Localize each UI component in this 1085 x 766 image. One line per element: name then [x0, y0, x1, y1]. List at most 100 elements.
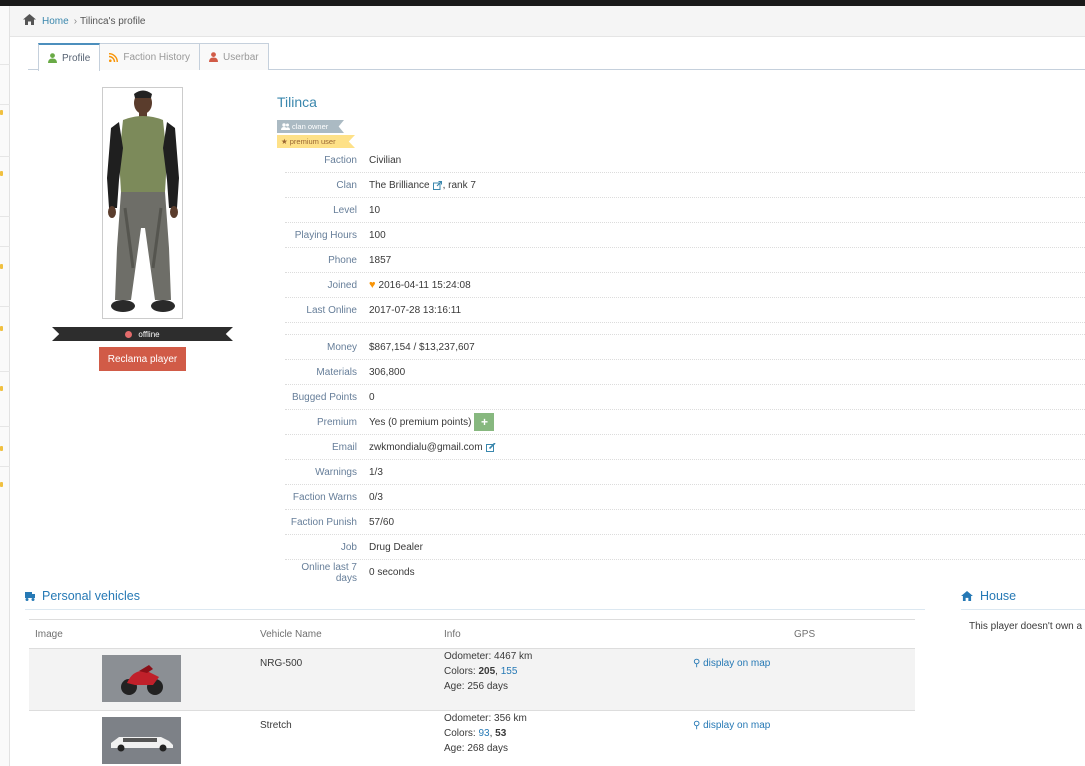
vehicle-image-cell [29, 648, 254, 711]
profile-tabs: Profile Faction History Userbar [38, 43, 269, 71]
info-row-money: Money $867,154 / $13,237,607 [285, 335, 1085, 360]
info-value: 2017-07-28 13:16:11 [369, 304, 462, 316]
premium-user-badge: ★ premium user [277, 135, 355, 148]
info-label: Online last 7 days [301, 561, 357, 584]
display-on-map-link[interactable]: ⚲ display on map [693, 720, 770, 731]
info-label: Email [331, 441, 357, 453]
info-value: 10 [369, 204, 381, 216]
info-value: 1857 [369, 254, 392, 266]
table-header-row: Image Vehicle Name Info GPS [29, 619, 915, 649]
color-primary: 93 [478, 728, 490, 739]
vehicles-table: Image Vehicle Name Info GPS NRG-500 Odom… [29, 619, 915, 766]
info-value: zwkmondialu@gmail.com [369, 442, 497, 453]
left-sidebar-edge [0, 6, 10, 766]
tab-userbar[interactable]: Userbar [199, 43, 269, 70]
info-row-warnings: Warnings 1/3 [285, 460, 1085, 485]
house-title: House [980, 589, 1017, 603]
info-label: Faction Warns [292, 491, 357, 503]
vehicle-gps: ⚲ display on map [693, 648, 915, 711]
heart-icon: ♥ [369, 279, 376, 291]
vehicle-name: NRG-500 [254, 648, 438, 711]
status-dot-icon [125, 330, 133, 338]
table-row: Stretch Odometer: 356 km Colors: 93, 53 … [29, 710, 915, 766]
info-value: 0/3 [369, 491, 383, 503]
info-row-materials: Materials 306,800 [285, 360, 1085, 385]
status-text: offline [138, 329, 160, 339]
external-link-icon[interactable] [432, 180, 442, 190]
tab-faction-history-label: Faction History [123, 51, 191, 63]
display-on-map-link[interactable]: ⚲ display on map [693, 658, 770, 669]
vehicle-image-cell [29, 710, 254, 766]
info-value: Drug Dealer [369, 541, 423, 553]
rss-icon [109, 52, 119, 62]
info-row-premium: Premium Yes (0 premium points) + [285, 410, 1085, 435]
personal-vehicles-heading: Personal vehicles [25, 589, 140, 603]
column-header-info: Info [438, 619, 693, 649]
info-label: Faction Punish [290, 516, 357, 528]
report-player-button[interactable]: Reclama player [99, 347, 186, 371]
vehicle-thumbnail [102, 655, 181, 702]
vehicle-thumbnail [102, 717, 181, 764]
add-premium-button[interactable]: + [474, 413, 495, 431]
breadcrumb-current: Tilinca's profile [80, 15, 146, 27]
vehicle-info: Odometer: 356 km Colors: 93, 53 Age: 268… [438, 710, 693, 766]
tab-profile-label: Profile [62, 52, 91, 64]
info-row-joined: Joined ♥ 2016-04-11 15:24:08 [285, 273, 1085, 298]
info-value: Yes (0 premium points) + [369, 413, 495, 431]
section-divider [25, 609, 925, 610]
age-value: 256 days [467, 681, 508, 692]
info-value: 100 [369, 229, 386, 241]
star-icon: ★ [281, 137, 288, 146]
user-icon [48, 53, 57, 63]
info-row-email: Email zwkmondialu@gmail.com [285, 435, 1085, 460]
info-label: Job [340, 541, 357, 553]
home-icon [23, 14, 36, 28]
clan-owner-badge-text: clan owner [292, 122, 329, 131]
info-value: $867,154 / $13,237,607 [369, 341, 475, 353]
info-row-clan: Clan The Brilliance , rank 7 [285, 173, 1085, 198]
user-icon [209, 52, 219, 62]
info-value: 306,800 [369, 366, 406, 378]
clan-name[interactable]: The Brilliance [369, 180, 430, 191]
color-secondary: 155 [500, 666, 518, 677]
info-value: 57/60 [369, 516, 395, 528]
colors-label: Colors: [444, 728, 476, 739]
tab-faction-history[interactable]: Faction History [99, 43, 201, 70]
info-row-online-7-days: Online last 7 days 0 seconds [285, 560, 1085, 585]
status-ribbon: offline [52, 327, 233, 341]
info-label: Faction [324, 154, 357, 166]
player-name: Tilinca [277, 94, 317, 110]
info-row-faction-punish: Faction Punish 57/60 [285, 510, 1085, 535]
display-on-map-text: display on map [703, 658, 771, 669]
info-value: ♥ 2016-04-11 15:24:08 [369, 279, 471, 291]
users-icon [281, 123, 290, 130]
info-label: Warnings [315, 466, 357, 478]
info-row-faction: Faction Civilian [285, 148, 1085, 173]
info-label: Bugged Points [291, 391, 357, 403]
age-label: Age: [444, 681, 465, 692]
breadcrumb-home-link[interactable]: Home [42, 16, 69, 27]
info-label: Premium [316, 416, 357, 428]
info-label: Materials [316, 366, 357, 378]
personal-vehicles-title: Personal vehicles [42, 589, 140, 603]
edit-icon[interactable] [485, 442, 496, 452]
map-marker-icon: ⚲ [693, 658, 701, 669]
column-header-vehicle-name: Vehicle Name [254, 619, 438, 649]
info-row-playing-hours: Playing Hours 100 [285, 223, 1085, 248]
info-value: Civilian [369, 154, 402, 166]
premium-user-badge-text: premium user [289, 137, 336, 146]
info-label: Clan [336, 179, 357, 191]
vehicle-name: Stretch [254, 710, 438, 766]
info-row-level: Level 10 [285, 198, 1085, 223]
joined-date: 2016-04-11 15:24:08 [378, 279, 471, 291]
email-value: zwkmondialu@gmail.com [369, 441, 483, 453]
clan-owner-badge: clan owner [277, 120, 344, 133]
info-value: The Brilliance , rank 7 [369, 180, 476, 191]
info-label: Last Online [306, 304, 357, 316]
tab-userbar-label: Userbar [223, 51, 259, 63]
info-label: Level [333, 204, 357, 216]
tab-profile[interactable]: Profile [38, 43, 101, 71]
map-marker-icon: ⚲ [693, 720, 701, 731]
section-divider [961, 609, 1085, 610]
info-value: 1/3 [369, 466, 383, 478]
